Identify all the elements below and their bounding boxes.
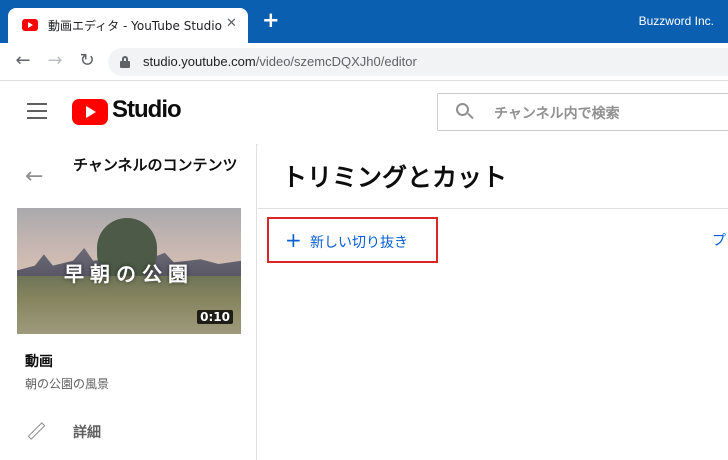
sidebar-item-details[interactable]: 詳細 <box>73 422 101 442</box>
new-clip-button[interactable]: + 新しい切り抜き <box>267 217 438 263</box>
search-icon <box>456 103 474 121</box>
duration-badge: 0:10 <box>197 310 233 324</box>
browser-tab-strip: 動画エディタ - YouTube Studio ✕ + Buzzword Inc… <box>0 0 728 43</box>
browser-toolbar: ← → ↻ studio.youtube.com/video/szemcDQXJ… <box>0 43 728 81</box>
channel-content-title: チャンネルのコンテンツ <box>73 156 238 174</box>
video-section-label: 動画 <box>25 354 53 370</box>
youtube-logo-icon[interactable] <box>72 99 108 125</box>
video-thumbnail[interactable]: 早朝の公園 0:10 <box>17 208 241 334</box>
url-text: studio.youtube.com/video/szemcDQXJh0/edi… <box>143 54 417 69</box>
lock-icon[interactable] <box>120 56 130 68</box>
address-bar[interactable]: studio.youtube.com/video/szemcDQXJh0/edi… <box>108 48 728 76</box>
back-arrow-icon[interactable]: ← <box>25 164 43 189</box>
reload-icon[interactable]: ↻ <box>75 49 99 73</box>
search-input[interactable]: チャンネル内で検索 <box>437 93 728 131</box>
divider <box>258 208 728 209</box>
page-title: トリミングとカット <box>282 163 508 192</box>
new-clip-label: 新しい切り抜き <box>310 235 408 251</box>
close-icon[interactable]: ✕ <box>226 16 237 31</box>
thumbnail-caption: 早朝の公園 <box>64 262 194 286</box>
url-path: /video/szemcDQXJh0/editor <box>255 54 417 69</box>
sidebar: ← チャンネルのコンテンツ 早朝の公園 0:10 動画 朝の公園の風景 詳細 <box>0 144 257 460</box>
url-host: studio.youtube.com <box>143 54 256 69</box>
video-title: 朝の公園の風景 <box>25 377 110 391</box>
new-tab-button[interactable]: + <box>262 9 280 31</box>
tab-title: 動画エディタ - YouTube Studio <box>48 19 222 33</box>
search-placeholder: チャンネル内で検索 <box>494 106 620 122</box>
forward-arrow-icon[interactable]: → <box>43 49 67 73</box>
plus-icon: + <box>285 228 302 252</box>
preview-link[interactable]: プ <box>712 230 726 250</box>
browser-tab[interactable]: 動画エディタ - YouTube Studio ✕ <box>8 8 248 43</box>
pencil-icon <box>27 422 46 440</box>
youtube-favicon-icon <box>22 19 38 31</box>
back-arrow-icon[interactable]: ← <box>11 49 35 73</box>
studio-header: Studio チャンネル内で検索 <box>0 82 728 144</box>
editor-main: トリミングとカット + 新しい切り抜き プ <box>258 144 728 460</box>
profile-name[interactable]: Buzzword Inc. <box>639 14 714 28</box>
studio-logo-text[interactable]: Studio <box>112 96 182 124</box>
hamburger-menu-icon[interactable] <box>27 103 47 119</box>
